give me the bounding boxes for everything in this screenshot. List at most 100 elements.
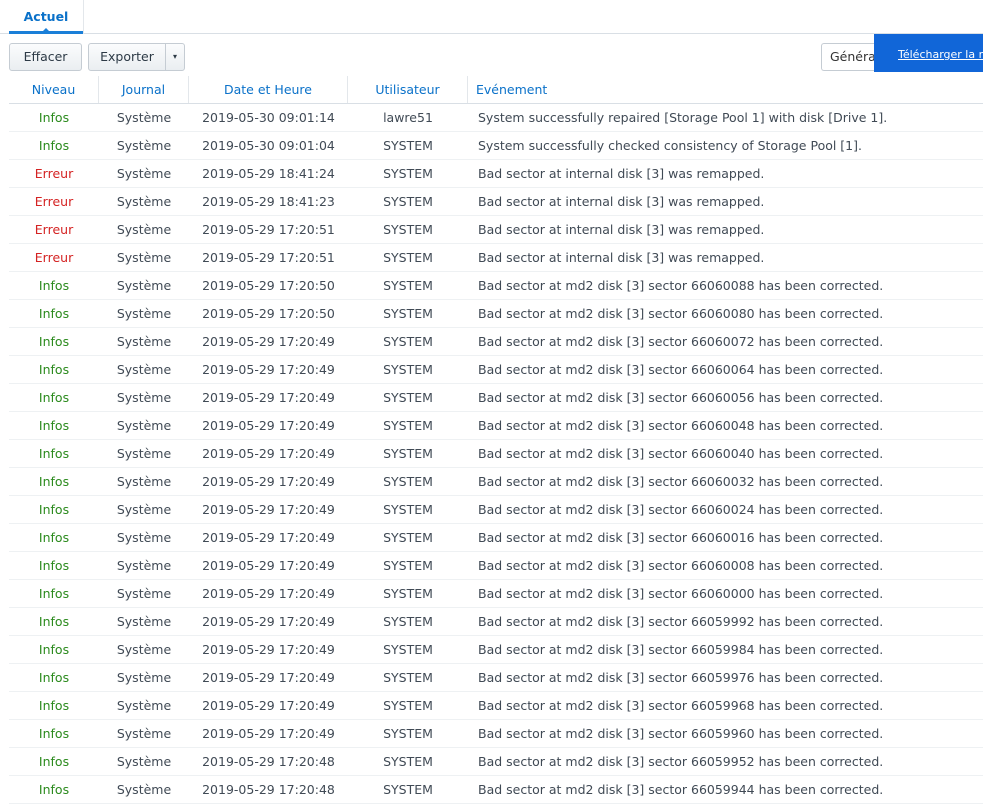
user-cell: SYSTEM (383, 250, 433, 265)
export-menu-button[interactable]: ▾ (165, 43, 185, 71)
date-cell: 2019-05-29 17:20:48 (202, 782, 335, 797)
user-cell: SYSTEM (383, 138, 433, 153)
table-row[interactable]: Infos Système 2019-05-30 09:01:14 lawre51 Sy… (9, 104, 983, 132)
event-cell: Bad sector at md2 disk [3] sector 660599… (478, 698, 884, 713)
date-cell: 2019-05-29 17:20:49 (202, 362, 335, 377)
event-cell: Bad sector at md2 disk [3] sector 660600… (478, 278, 884, 293)
toolbar: Effacer Exporter ▾ Généra (0, 34, 983, 76)
table-row[interactable]: Infos Système 2019-05-29 17:20:49 SYSTEM Bad… (9, 356, 983, 384)
user-cell: SYSTEM (383, 670, 433, 685)
table-row[interactable]: Erreur Système 2019-05-29 18:41:24 SYSTEM Ba… (9, 160, 983, 188)
user-cell: SYSTEM (383, 194, 433, 209)
event-cell: System successfully checked consistency … (478, 138, 862, 153)
journal-cell: Système (116, 446, 172, 461)
date-cell: 2019-05-29 17:20:50 (202, 306, 335, 321)
table-body: Infos Système 2019-05-30 09:01:14 lawre51 Sy… (9, 104, 983, 804)
user-cell: SYSTEM (383, 362, 433, 377)
user-cell: SYSTEM (383, 698, 433, 713)
journal-cell: Système (116, 278, 172, 293)
column-header-user[interactable]: Utilisateur (348, 76, 468, 103)
journal-cell: Système (116, 698, 172, 713)
table-row[interactable]: Erreur Système 2019-05-29 17:20:51 SYSTEM Ba… (9, 216, 983, 244)
table-row[interactable]: Infos Système 2019-05-29 17:20:50 SYSTEM Bad… (9, 272, 983, 300)
table-row[interactable]: Infos Système 2019-05-29 17:20:49 SYSTEM Bad… (9, 608, 983, 636)
date-cell: 2019-05-29 18:41:23 (202, 194, 335, 209)
user-cell: SYSTEM (383, 530, 433, 545)
level-cell: Infos (38, 782, 70, 797)
tab-bar: Actuel (0, 0, 983, 34)
journal-cell: Système (116, 194, 172, 209)
level-cell: Infos (38, 586, 70, 601)
date-cell: 2019-05-29 17:20:49 (202, 698, 335, 713)
event-cell: Bad sector at md2 disk [3] sector 660599… (478, 726, 884, 741)
user-cell: SYSTEM (383, 474, 433, 489)
user-cell: SYSTEM (383, 446, 433, 461)
journal-cell: Système (116, 390, 172, 405)
table-row[interactable]: Infos Système 2019-05-29 17:20:49 SYSTEM Bad… (9, 468, 983, 496)
user-cell: SYSTEM (383, 418, 433, 433)
table-row[interactable]: Infos Système 2019-05-29 17:20:49 SYSTEM Bad… (9, 496, 983, 524)
user-cell: SYSTEM (383, 278, 433, 293)
event-cell: Bad sector at md2 disk [3] sector 660599… (478, 782, 884, 797)
event-cell: Bad sector at md2 disk [3] sector 660600… (478, 334, 884, 349)
level-cell: Infos (38, 474, 70, 489)
user-cell: SYSTEM (383, 586, 433, 601)
user-cell: SYSTEM (383, 642, 433, 657)
table-row[interactable]: Infos Système 2019-05-29 17:20:50 SYSTEM Bad… (9, 300, 983, 328)
column-header-event[interactable]: Evénement (468, 76, 983, 103)
table-row[interactable]: Infos Système 2019-05-29 17:20:49 SYSTEM Bad… (9, 412, 983, 440)
table-row[interactable]: Infos Système 2019-05-29 17:20:49 SYSTEM Bad… (9, 720, 983, 748)
level-cell: Infos (38, 558, 70, 573)
date-cell: 2019-05-29 17:20:49 (202, 726, 335, 741)
level-cell: Erreur (34, 194, 74, 209)
level-cell: Infos (38, 670, 70, 685)
column-header-level[interactable]: Niveau (9, 76, 99, 103)
date-cell: 2019-05-29 17:20:49 (202, 502, 335, 517)
table-row[interactable]: Infos Système 2019-05-29 17:20:48 SYSTEM Bad… (9, 748, 983, 776)
table-row[interactable]: Infos Système 2019-05-29 17:20:49 SYSTEM Bad… (9, 636, 983, 664)
download-button[interactable]: Télécharger la m (874, 34, 983, 72)
level-cell: Infos (38, 278, 70, 293)
user-cell: SYSTEM (383, 614, 433, 629)
level-cell: Infos (38, 726, 70, 741)
date-cell: 2019-05-29 17:20:49 (202, 474, 335, 489)
journal-cell: Système (116, 474, 172, 489)
user-cell: SYSTEM (383, 334, 433, 349)
user-cell: SYSTEM (383, 754, 433, 769)
column-header-date[interactable]: Date et Heure (189, 76, 348, 103)
active-tab-caret-icon (41, 28, 51, 33)
user-cell: SYSTEM (383, 726, 433, 741)
user-cell: SYSTEM (383, 782, 433, 797)
table-row[interactable]: Infos Système 2019-05-29 17:20:49 SYSTEM Bad… (9, 580, 983, 608)
column-header-journal[interactable]: Journal (99, 76, 189, 103)
table-row[interactable]: Erreur Système 2019-05-29 18:41:23 SYSTEM Ba… (9, 188, 983, 216)
level-cell: Erreur (34, 222, 74, 237)
chevron-down-icon: ▾ (172, 52, 177, 61)
event-cell: Bad sector at md2 disk [3] sector 660600… (478, 446, 884, 461)
table-row[interactable]: Infos Système 2019-05-29 17:20:49 SYSTEM Bad… (9, 664, 983, 692)
event-cell: Bad sector at internal disk [3] was rema… (478, 250, 765, 265)
user-cell: SYSTEM (383, 558, 433, 573)
level-cell: Infos (38, 362, 70, 377)
level-cell: Infos (38, 614, 70, 629)
table-row[interactable]: Infos Système 2019-05-29 17:20:49 SYSTEM Bad… (9, 328, 983, 356)
table-row[interactable]: Infos Système 2019-05-29 17:20:49 SYSTEM Bad… (9, 384, 983, 412)
level-cell: Infos (38, 110, 70, 125)
table-row[interactable]: Infos Système 2019-05-29 17:20:49 SYSTEM Bad… (9, 440, 983, 468)
journal-cell: Système (116, 306, 172, 321)
table-row[interactable]: Infos Système 2019-05-30 09:01:04 SYSTEM Sys… (9, 132, 983, 160)
event-cell: Bad sector at md2 disk [3] sector 660600… (478, 558, 884, 573)
export-button[interactable]: Exporter (88, 43, 166, 71)
table-row[interactable]: Infos Système 2019-05-29 17:20:49 SYSTEM Bad… (9, 552, 983, 580)
table-row[interactable]: Erreur Système 2019-05-29 17:20:51 SYSTEM Ba… (9, 244, 983, 272)
table-row[interactable]: Infos Système 2019-05-29 17:20:49 SYSTEM Bad… (9, 692, 983, 720)
level-cell: Infos (38, 306, 70, 321)
event-cell: Bad sector at md2 disk [3] sector 660600… (478, 502, 884, 517)
level-cell: Infos (38, 642, 70, 657)
clear-button[interactable]: Effacer (9, 43, 82, 71)
event-cell: Bad sector at internal disk [3] was rema… (478, 166, 765, 181)
table-row[interactable]: Infos Système 2019-05-29 17:20:48 SYSTEM Bad… (9, 776, 983, 804)
table-row[interactable]: Infos Système 2019-05-29 17:20:49 SYSTEM Bad… (9, 524, 983, 552)
date-cell: 2019-05-29 18:41:24 (202, 166, 335, 181)
level-cell: Infos (38, 390, 70, 405)
